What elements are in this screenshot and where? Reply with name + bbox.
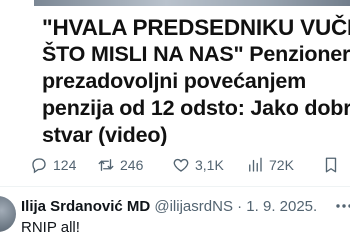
headline-line: "HVALA PREDSEDNIKU VUČIĆU <box>42 15 350 40</box>
bookmark-icon <box>325 157 337 173</box>
author-name[interactable]: Ilija Srdanović MD <box>21 198 150 215</box>
separator-dot: · <box>237 198 243 215</box>
tweet-date[interactable]: 1. 9. 2025. <box>246 198 317 215</box>
headline-line: stvar (video) <box>42 123 168 146</box>
photo-strip <box>34 0 350 6</box>
tweet-action-bar: 124 246 3,1K 72K <box>30 152 350 178</box>
retweet-icon <box>98 159 114 171</box>
headline-line: prezadovoljni povećanjem <box>42 69 307 93</box>
reply-icon <box>32 158 46 174</box>
article-card-image[interactable]: "HVALA PREDSEDNIKU VUČIĆU ŠTO MISLI NA N… <box>34 0 350 146</box>
views-button[interactable]: 72K <box>246 152 294 178</box>
reply-button[interactable]: 124 <box>30 152 76 178</box>
reply-count: 124 <box>53 157 77 173</box>
like-count: 3,1K <box>195 157 224 173</box>
article-headline: "HVALA PREDSEDNIKU VUČIĆU ŠTO MISLI NA N… <box>42 14 350 146</box>
reply-tweet-text: RNIP all! <box>21 219 80 236</box>
avatar[interactable] <box>0 196 16 232</box>
tweet-divider <box>0 186 350 187</box>
more-options-icon[interactable] <box>334 196 350 216</box>
headline-line: ŠTO MISLI NA NAS" Penzioneri <box>42 42 350 66</box>
tweet-thread-view: "HVALA PREDSEDNIKU VUČIĆU ŠTO MISLI NA N… <box>0 0 350 250</box>
retweet-count: 246 <box>120 157 144 173</box>
author-handle[interactable]: @ilijasrdNS <box>154 198 233 215</box>
headline-line: penzija od 12 odsto: Jako dobra <box>42 96 350 120</box>
views-icon <box>249 157 262 172</box>
like-button[interactable]: 3,1K <box>172 152 224 178</box>
views-count: 72K <box>269 157 294 173</box>
reply-tweet-header: Ilija Srdanović MD @ilijasrdNS · 1. 9. 2… <box>21 198 317 216</box>
bookmark-button[interactable] <box>322 152 340 178</box>
like-icon <box>173 158 189 172</box>
retweet-button[interactable]: 246 <box>97 152 143 178</box>
